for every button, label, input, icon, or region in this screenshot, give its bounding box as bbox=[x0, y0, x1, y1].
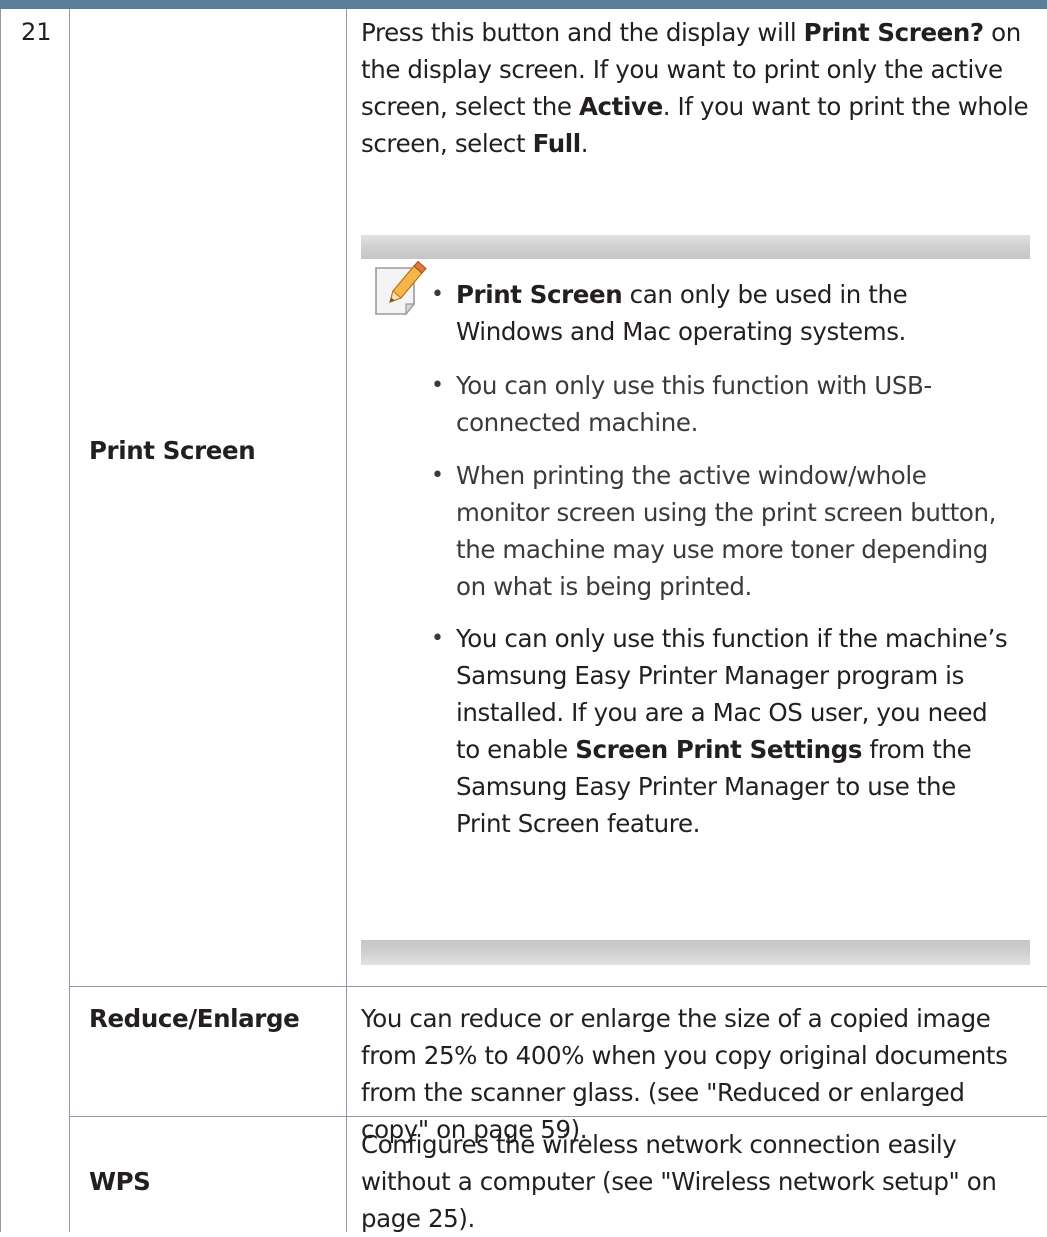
column-divider-1 bbox=[69, 9, 70, 1232]
bullet-dot-icon: • bbox=[431, 626, 444, 651]
note-bullet-1: • Print Screen can only be used in the W… bbox=[431, 276, 1016, 350]
label-wps: WPS bbox=[89, 1167, 151, 1196]
note-box-top-bar bbox=[361, 235, 1030, 259]
label-print-screen: Print Screen bbox=[89, 436, 256, 465]
table-top-bar bbox=[0, 0, 1047, 9]
table-left-border bbox=[0, 9, 1, 1232]
note-bullet-2: • You can only use this function with US… bbox=[431, 367, 1016, 441]
note-bullet-4: • You can only use this function if the … bbox=[431, 620, 1016, 842]
row-number: 21 bbox=[21, 18, 52, 46]
note-pencil-icon bbox=[370, 258, 428, 320]
note-box-bottom-bar bbox=[361, 940, 1030, 965]
bullet-dot-icon: • bbox=[431, 282, 444, 307]
note-bullet-3: • When printing the active window/whole … bbox=[431, 457, 1016, 605]
bullet-dot-icon: • bbox=[431, 463, 444, 488]
bullet-dot-icon: • bbox=[431, 373, 444, 398]
description-print-screen: Press this button and the display will P… bbox=[361, 18, 1029, 158]
row-divider-1 bbox=[69, 986, 1047, 987]
description-wps: Configures the wireless network connecti… bbox=[361, 1130, 997, 1233]
column-divider-2 bbox=[346, 9, 347, 1232]
label-reduce-enlarge: Reduce/Enlarge bbox=[89, 1004, 300, 1033]
